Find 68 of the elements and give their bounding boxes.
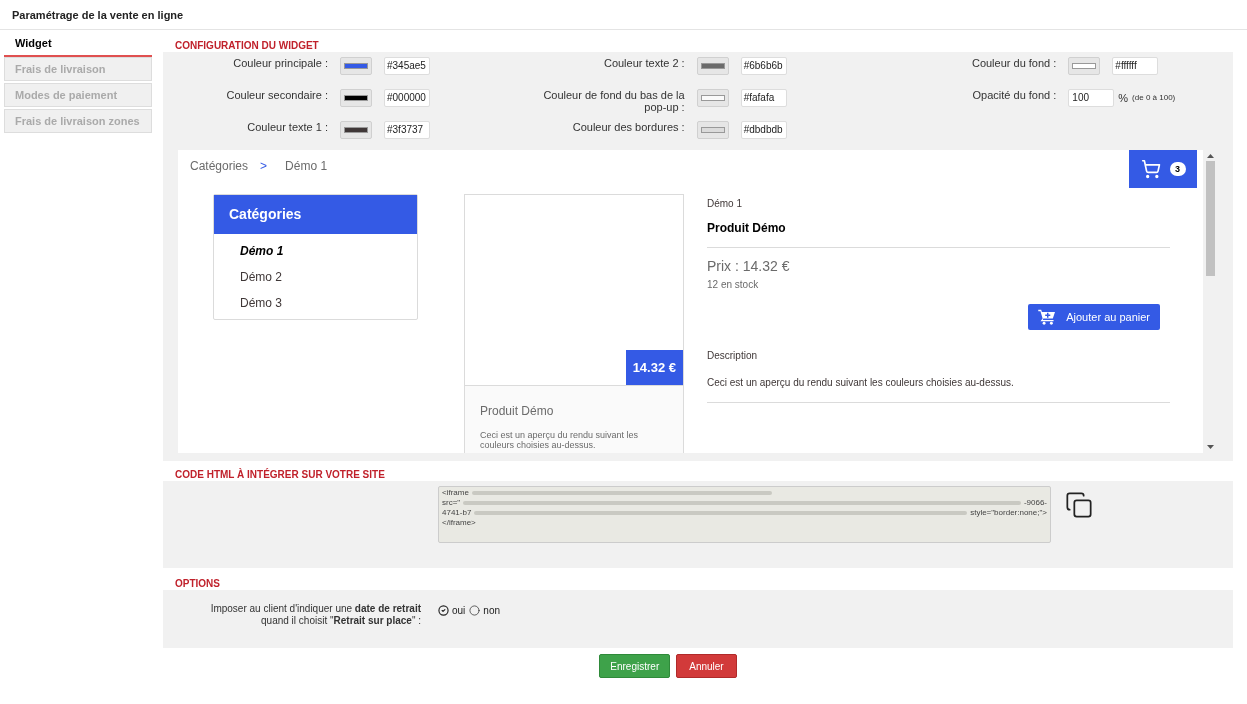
field-label: Couleur secondaire :: [225, 88, 328, 101]
breadcrumb-item[interactable]: Démo 1: [285, 157, 328, 175]
field-label: Couleur de fond du bas de la pop-up :: [542, 88, 685, 113]
code-text: <iframe: [442, 488, 469, 498]
range-hint: (de 0 à 100): [1132, 92, 1176, 104]
breadcrumb-separator: >: [260, 158, 268, 175]
color-input[interactable]: #dbdbdb: [740, 121, 787, 139]
color-input[interactable]: #6b6b6b: [740, 57, 787, 75]
color-swatch[interactable]: [340, 89, 372, 107]
opacity-input[interactable]: 100: [1068, 89, 1115, 107]
product-price: Prix : 14.32 €: [707, 257, 791, 276]
category-link[interactable]: Démo 1: [240, 240, 417, 266]
radio-option[interactable]: non: [469, 603, 501, 618]
categories-title: Catégories: [214, 195, 417, 234]
color-swatch[interactable]: [696, 57, 729, 75]
product-card[interactable]: 14.32 € Produit Démo Ceci est un aperçu du rendu suivant les couleurs choisies au-dessus.: [464, 194, 684, 453]
field-label: Couleur des bordures :: [571, 120, 685, 133]
code-text: 4741-b7: [442, 508, 472, 518]
price-tag: 14.32 €: [625, 350, 683, 385]
radio-option[interactable]: oui: [438, 603, 466, 618]
product-name: Produit Démo: [707, 219, 1170, 248]
cart-button[interactable]: 3: [1129, 150, 1197, 188]
page-title: Paramétrage de la vente en ligne: [11, 8, 185, 23]
add-to-cart-button[interactable]: Ajouter au panier: [1028, 304, 1160, 330]
scroll-down-icon[interactable]: [1207, 445, 1214, 449]
color-input[interactable]: #3f3737: [384, 121, 430, 139]
field-label: Couleur du fond :: [970, 56, 1057, 69]
category-link[interactable]: Démo 2: [240, 266, 417, 292]
code-text: style="border:none;">: [970, 508, 1047, 518]
category-link[interactable]: Démo 3: [240, 292, 417, 318]
copy-icon[interactable]: [1065, 491, 1093, 519]
color-swatch[interactable]: [340, 121, 372, 139]
cancel-button[interactable]: Annuler: [676, 654, 737, 678]
color-swatch[interactable]: [340, 57, 372, 75]
card-description: Ceci est un aperçu du rendu suivant les couleurs choisies au-dessus.: [480, 430, 640, 450]
color-input[interactable]: #ffffff: [1112, 57, 1159, 75]
option-label: Imposer au client d'indiquer une date de retrait quand il choisit "Retrait sur place" :: [209, 603, 421, 628]
code-text: -9066-: [1023, 498, 1047, 508]
cart-icon: [1140, 159, 1161, 179]
cart-count: 3: [1169, 162, 1186, 176]
stock-text: 12 en stock: [707, 278, 760, 292]
color-swatch[interactable]: [696, 121, 729, 139]
code-text: </iframe>: [442, 518, 476, 528]
description-label: Description: [707, 349, 759, 363]
cart-plus-icon: [1038, 309, 1057, 325]
color-swatch[interactable]: [696, 89, 729, 107]
unit-label: %: [1118, 90, 1129, 106]
card-product-name: Produit Démo: [480, 403, 555, 420]
checked-radio-icon: [438, 605, 449, 616]
section-heading: CODE HTML À INTÉGRER SUR VOTRE SITE: [174, 469, 386, 481]
scroll-up-icon[interactable]: [1207, 154, 1214, 158]
field-label: Couleur texte 2 :: [602, 56, 685, 69]
color-input[interactable]: #345ae5: [384, 57, 430, 75]
field-label: Opacité du fond :: [971, 88, 1057, 101]
radio-icon: [469, 605, 481, 616]
section-heading: CONFIGURATION DU WIDGET: [174, 40, 320, 52]
breadcrumb-item[interactable]: Catégories: [190, 157, 249, 175]
color-input[interactable]: #000000: [384, 89, 430, 107]
section-heading: OPTIONS: [174, 578, 221, 590]
color-input[interactable]: #fafafa: [740, 89, 787, 107]
field-label: Couleur principale :: [232, 56, 328, 69]
code-textarea[interactable]: <iframe src=" -9066- 4741-b7 style="border:none;"> </iframe>: [438, 486, 1051, 543]
scrollbar-thumb[interactable]: [1206, 161, 1215, 276]
description-text: Ceci est un aperçu du rendu suivant les couleurs choisies au-dessus.: [707, 375, 1170, 403]
field-label: Couleur texte 1 :: [246, 120, 328, 133]
code-text: src=": [442, 498, 461, 508]
color-swatch[interactable]: [1068, 57, 1101, 75]
product-category: Démo 1: [707, 197, 743, 211]
